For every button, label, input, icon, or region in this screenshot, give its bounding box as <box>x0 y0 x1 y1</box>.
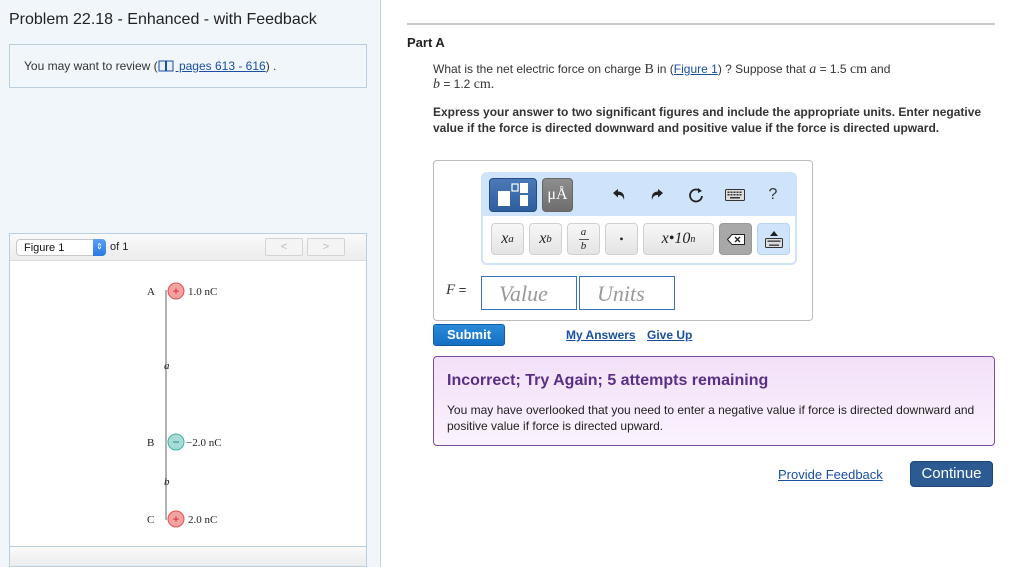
continue-button[interactable]: Continue <box>910 461 993 487</box>
question-text-4: = 1.5 <box>816 62 850 76</box>
answer-variable-label: F = <box>446 282 466 299</box>
decimal-dot-key[interactable]: • <box>605 223 638 255</box>
feedback-title: Incorrect; Try Again; 5 attempts remaini… <box>447 372 769 389</box>
backspace-key[interactable] <box>719 223 752 255</box>
redo-button[interactable] <box>646 184 668 206</box>
give-up-link[interactable]: Give Up <box>647 328 692 342</box>
keyboard-shortcuts-button[interactable] <box>724 184 746 206</box>
figure-footer <box>10 546 366 566</box>
problem-title: Problem 22.18 - Enhanced - with Feedback <box>9 11 317 28</box>
math-keys-row: xa xb a b • x•10 n <box>481 216 797 265</box>
reset-button[interactable] <box>685 184 707 206</box>
keyboard-icon <box>725 189 745 201</box>
review-box: You may want to review ( pages 613 - 616… <box>9 44 367 88</box>
charge-b-symbol: B <box>644 62 654 77</box>
point-label-b: B <box>147 437 154 449</box>
equals-sign: = <box>455 282 467 297</box>
answer-box: μÅ ? xa xb a b • x•10 n F = Value Units <box>433 160 813 321</box>
instructions: Express your answer to two significant f… <box>433 105 982 135</box>
help-button[interactable]: ? <box>762 184 784 206</box>
fraction-bottom: b <box>580 239 587 252</box>
submit-button[interactable]: Submit <box>433 324 505 346</box>
distance-label-a: a <box>164 360 170 372</box>
unit-cm: cm <box>849 62 868 77</box>
unit-cm: cm. <box>473 77 495 92</box>
math-editor-toolbar: μÅ ? xa xb a b • x•10 n <box>481 172 797 265</box>
fraction-top: a <box>580 225 587 238</box>
question-text-1: What is the net electric force on charge <box>433 62 645 76</box>
question-text: What is the net electric force on charge… <box>433 62 993 92</box>
my-answers-link[interactable]: My Answers <box>566 328 636 342</box>
superscript-key[interactable]: xa <box>491 223 524 255</box>
scientific-notation-key[interactable]: x•10 n <box>643 223 714 255</box>
plus-sign-icon: + <box>172 512 179 526</box>
feedback-box: Incorrect; Try Again; 5 attempts remaini… <box>433 356 995 446</box>
value-input[interactable] <box>481 276 577 310</box>
charge-diagram: A + 1.0 nC a B − −2.0 nC b C + 2.0 nC <box>147 282 222 528</box>
review-prefix: You may want to review ( <box>24 59 158 73</box>
point-label-c: C <box>147 514 154 526</box>
plus-sign-icon: + <box>172 284 179 298</box>
question-text-5: and <box>867 62 891 76</box>
charge-a-label: 1.0 nC <box>188 286 217 298</box>
point-label-a: A <box>147 286 155 298</box>
var-b: b <box>433 77 440 92</box>
provide-feedback-link[interactable]: Provide Feedback <box>778 467 883 482</box>
review-pages-link[interactable]: pages 613 - 616 <box>158 59 266 73</box>
backspace-icon <box>726 233 745 245</box>
charge-b-label: −2.0 nC <box>186 437 222 449</box>
review-pages-label: pages 613 - 616 <box>175 59 266 73</box>
caret-up-icon <box>769 230 778 236</box>
redo-icon <box>651 189 663 200</box>
units-button[interactable]: μÅ <box>542 178 573 212</box>
charge-c-label: 2.0 nC <box>188 514 217 526</box>
templates-icon <box>498 183 528 206</box>
left-panel: Problem 22.18 - Enhanced - with Feedback… <box>0 0 381 567</box>
feedback-text: You may have overlooked that you need to… <box>447 403 975 433</box>
sci-base: x•10 <box>661 230 691 247</box>
question-text-6: = 1.2 <box>440 77 474 91</box>
fraction-key[interactable]: a b <box>567 223 600 255</box>
page: Problem 22.18 - Enhanced - with Feedback… <box>0 0 1014 567</box>
force-symbol: F <box>446 282 456 298</box>
part-title: Part A <box>407 35 445 50</box>
question-text-2: in ( <box>653 62 674 76</box>
toggle-keyboard-key[interactable] <box>757 223 790 255</box>
figure-panel: Figure 1 ⇕ of 1 < > A + 1.0 nC a B − −2.… <box>9 233 367 567</box>
distance-label-b: b <box>164 476 170 488</box>
divider <box>407 23 995 25</box>
sci-exponent: n <box>690 233 696 245</box>
subscript-key[interactable]: xb <box>529 223 562 255</box>
question-text-3: ) ? Suppose that <box>717 62 810 76</box>
minus-sign-icon: − <box>172 435 179 449</box>
reset-icon <box>689 188 703 203</box>
undo-icon <box>613 189 625 200</box>
units-input[interactable] <box>579 276 675 310</box>
figure-link[interactable]: Figure 1 <box>674 62 718 76</box>
book-icon <box>158 60 174 72</box>
undo-button[interactable] <box>608 184 630 206</box>
templates-button[interactable] <box>489 178 537 212</box>
keyboard-icon <box>764 237 783 248</box>
review-suffix: ) . <box>265 59 277 73</box>
